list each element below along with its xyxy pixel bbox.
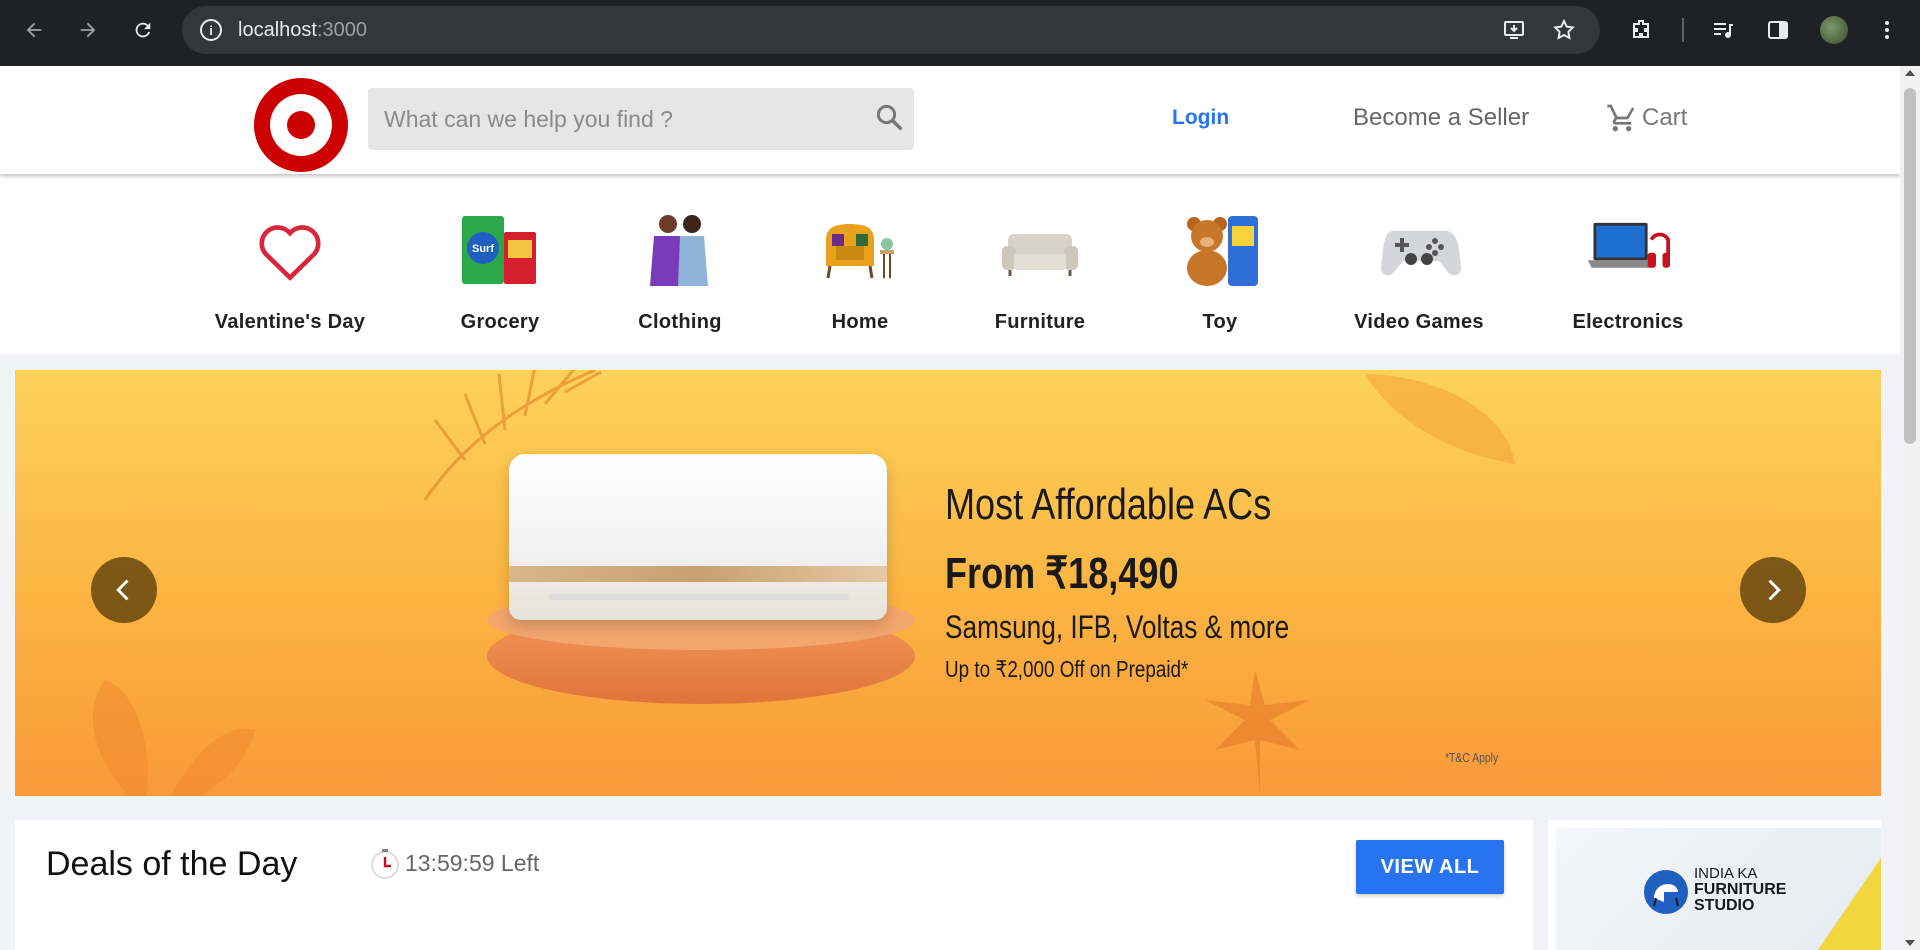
address-url[interactable]: localhost:3000 bbox=[238, 19, 367, 42]
search-input[interactable] bbox=[368, 88, 858, 150]
promo-banner[interactable]: Most Affordable ACs From ₹18,490 Samsung… bbox=[15, 370, 1881, 796]
banner-copy: Most Affordable ACs From ₹18,490 Samsung… bbox=[945, 480, 1365, 683]
view-all-button[interactable]: VIEW ALL bbox=[1356, 840, 1504, 894]
scroll-up-icon[interactable] bbox=[1905, 70, 1915, 76]
forward-icon[interactable] bbox=[72, 14, 104, 46]
category-label: Video Games bbox=[1354, 311, 1484, 333]
ad-line-3: STUDIO bbox=[1694, 897, 1755, 914]
search-icon[interactable] bbox=[874, 102, 904, 132]
svg-text:Surf: Surf bbox=[472, 243, 494, 255]
carousel-next-button[interactable] bbox=[1740, 557, 1806, 623]
deals-timer-text: 13:59:59 Left bbox=[405, 849, 540, 876]
banner-offer: Up to ₹2,000 Off on Prepaid* bbox=[945, 656, 1189, 682]
category-furniture[interactable]: Furniture bbox=[950, 174, 1130, 354]
furniture-image bbox=[998, 208, 1082, 292]
category-label: Electronics bbox=[1572, 311, 1684, 333]
home-image bbox=[818, 208, 902, 292]
laptop-image bbox=[1586, 208, 1670, 292]
ac-vent bbox=[549, 594, 849, 600]
more-menu-icon[interactable] bbox=[1874, 17, 1900, 43]
ad-line-1: INDIA KA bbox=[1694, 865, 1758, 882]
scroll-down-icon[interactable] bbox=[1905, 940, 1915, 946]
category-valentines-day[interactable]: Valentine's Day bbox=[200, 174, 380, 354]
category-label: Toy bbox=[1202, 311, 1238, 333]
deals-title: Deals of the Day bbox=[46, 845, 298, 883]
banner-brands: Samsung, IFB, Voltas & more bbox=[945, 609, 1290, 645]
category-video-games[interactable]: Video Games bbox=[1329, 174, 1509, 354]
toolbar-divider bbox=[1682, 18, 1684, 42]
air-conditioner-image bbox=[509, 454, 887, 620]
category-electronics[interactable]: Electronics bbox=[1538, 174, 1718, 354]
become-seller-link[interactable]: Become a Seller bbox=[1353, 104, 1529, 132]
cart-label: Cart bbox=[1642, 104, 1688, 131]
category-label: Clothing bbox=[638, 311, 722, 333]
leaf-decoration bbox=[92, 680, 255, 796]
ad-background: INDIA KA FURNITURE STUDIO bbox=[1556, 828, 1881, 950]
carousel-prev-button[interactable] bbox=[91, 557, 157, 623]
banner-terms: *T&C Apply bbox=[1445, 750, 1499, 765]
media-controls-icon[interactable] bbox=[1710, 17, 1736, 43]
page-scrollbar[interactable] bbox=[1900, 66, 1920, 950]
banner-title: Most Affordable ACs bbox=[945, 480, 1272, 529]
armchair-logo-icon bbox=[1644, 870, 1688, 914]
browser-toolbar: i localhost:3000 bbox=[0, 0, 1920, 66]
back-icon[interactable] bbox=[18, 14, 50, 46]
timer-clock-icon bbox=[371, 849, 399, 879]
banner-price: From ₹18,490 bbox=[945, 549, 1179, 598]
scrollbar-thumb[interactable] bbox=[1904, 88, 1916, 444]
ad-line-2: FURNITURE bbox=[1694, 881, 1787, 898]
chevron-left-icon bbox=[116, 579, 129, 601]
target-logo[interactable] bbox=[254, 78, 348, 172]
page: Login Become a Seller Cart Valentine's D… bbox=[0, 66, 1900, 950]
deals-timer: 13:59:59 Left bbox=[367, 845, 539, 881]
ac-trim bbox=[509, 566, 887, 582]
category-strip: Valentine's Day Surf Grocery Clothing Ho… bbox=[0, 174, 1900, 354]
category-grocery[interactable]: Surf Grocery bbox=[410, 174, 590, 354]
category-label: Grocery bbox=[460, 311, 540, 333]
heart-icon bbox=[248, 208, 332, 292]
gamepad-image bbox=[1377, 208, 1461, 292]
site-header: Login Become a Seller Cart bbox=[0, 66, 1900, 174]
side-panel-icon[interactable] bbox=[1765, 17, 1791, 43]
address-bar[interactable]: i localhost:3000 bbox=[182, 6, 1600, 54]
reload-icon[interactable] bbox=[127, 14, 159, 46]
site-info-icon[interactable]: i bbox=[200, 19, 222, 41]
category-home[interactable]: Home bbox=[770, 174, 950, 354]
cart-button[interactable]: Cart bbox=[1606, 102, 1687, 134]
category-clothing[interactable]: Clothing bbox=[590, 174, 770, 354]
extensions-icon[interactable] bbox=[1628, 17, 1654, 43]
category-toy[interactable]: Toy bbox=[1130, 174, 1310, 354]
chevron-right-icon bbox=[1768, 579, 1781, 601]
login-link[interactable]: Login bbox=[1172, 106, 1229, 130]
category-label: Valentine's Day bbox=[214, 311, 366, 333]
ad-accent-shape bbox=[1811, 858, 1881, 950]
grocery-image: Surf bbox=[458, 208, 542, 292]
cart-icon bbox=[1607, 104, 1635, 132]
category-label: Home bbox=[831, 311, 889, 333]
leaf-decoration bbox=[1205, 670, 1310, 796]
bookmark-star-icon[interactable] bbox=[1552, 18, 1576, 42]
leaf-decoration bbox=[1365, 374, 1515, 464]
ad-text: INDIA KA FURNITURE STUDIO bbox=[1694, 866, 1786, 914]
toy-image bbox=[1178, 208, 1262, 292]
furniture-studio-ad[interactable]: INDIA KA FURNITURE STUDIO bbox=[1548, 820, 1881, 950]
profile-avatar[interactable] bbox=[1820, 16, 1848, 44]
url-port: :3000 bbox=[316, 18, 367, 41]
install-app-icon[interactable] bbox=[1502, 18, 1526, 42]
category-label: Furniture bbox=[994, 311, 1086, 333]
clothing-image bbox=[638, 208, 722, 292]
deals-section: Deals of the Day 13:59:59 Left VIEW ALL bbox=[15, 820, 1533, 950]
url-host: localhost bbox=[238, 18, 317, 41]
search-bar bbox=[368, 88, 914, 150]
